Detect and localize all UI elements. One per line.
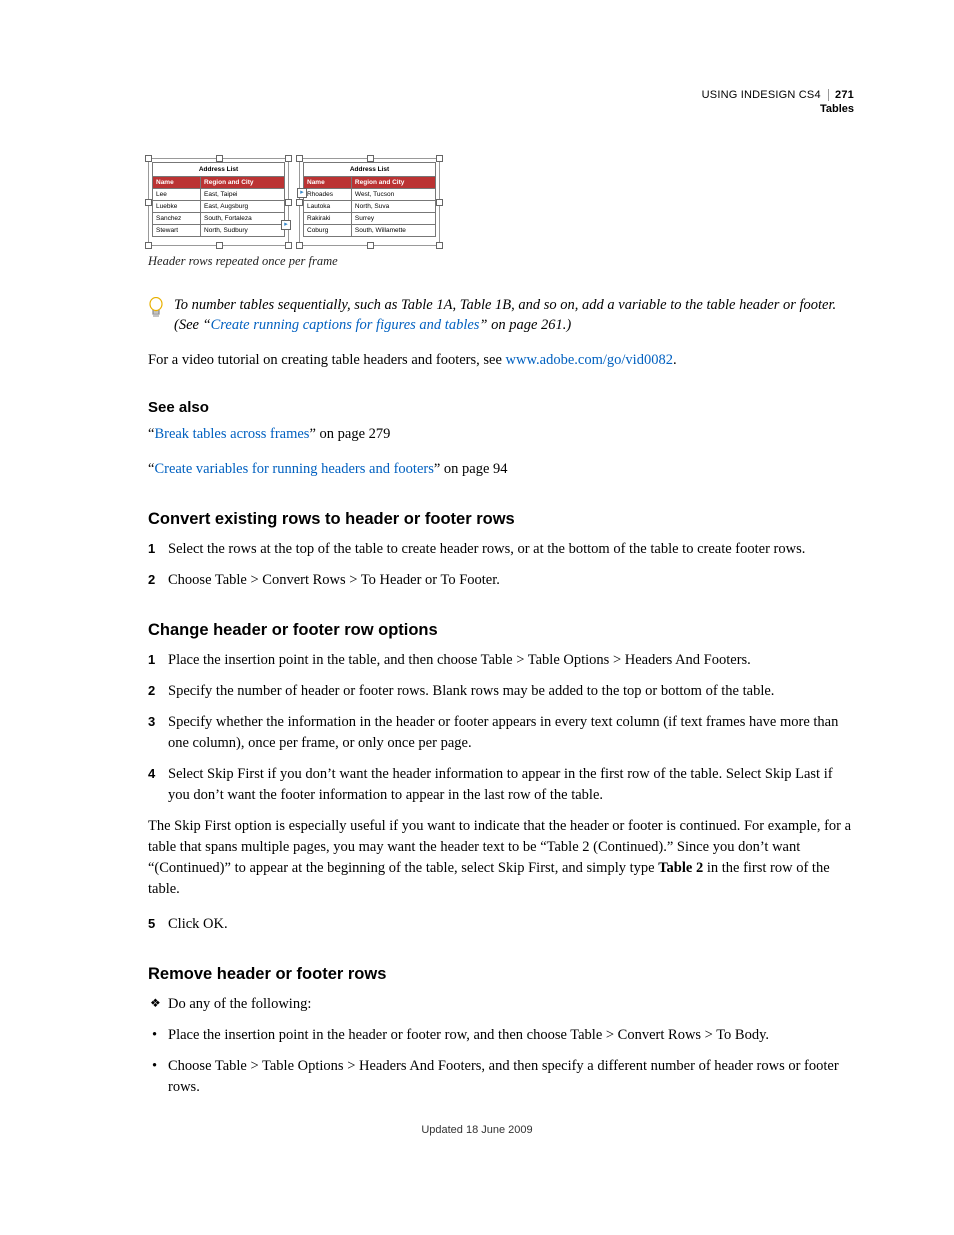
heading-change-options: Change header or footer row options <box>148 621 854 640</box>
link-video-tutorial[interactable]: www.adobe.com/go/vid0082 <box>506 352 673 368</box>
skip-first-paragraph: The Skip First option is especially usef… <box>148 816 854 900</box>
mini-table-left: Address List Name Region and City LeeEas… <box>152 162 285 237</box>
tip-block: To number tables sequentially, such as T… <box>148 295 854 336</box>
heading-convert-rows: Convert existing rows to header or foote… <box>148 510 854 529</box>
section-name: Tables <box>702 102 854 116</box>
step: Specify the number of header or footer r… <box>148 681 854 702</box>
lightbulb-icon <box>148 297 166 325</box>
figure-caption: Header rows repeated once per frame <box>148 254 854 269</box>
steps-change: Place the insertion point in the table, … <box>148 650 854 806</box>
bold-table-2: Table 2 <box>658 860 703 876</box>
page-number: 271 <box>828 89 854 101</box>
product-name: USING INDESIGN CS4 <box>702 89 821 101</box>
text-frame-left: Address List Name Region and City LeeEas… <box>148 158 289 246</box>
step: Select Skip First if you don’t want the … <box>148 764 854 806</box>
bullet-item: Choose Table > Table Options > Headers A… <box>148 1056 854 1098</box>
step: Place the insertion point in the table, … <box>148 650 854 671</box>
heading-remove-rows: Remove header or footer rows <box>148 965 854 984</box>
link-break-tables[interactable]: Break tables across frames <box>154 426 309 442</box>
step: Select the rows at the top of the table … <box>148 539 854 560</box>
link-running-captions[interactable]: Create running captions for figures and … <box>211 317 480 333</box>
page: USING INDESIGN CS4 271 Tables Address Li… <box>0 0 954 1168</box>
step: Click OK. <box>148 914 854 935</box>
step: Specify whether the information in the h… <box>148 712 854 754</box>
bullet-item: Place the insertion point in the header … <box>148 1025 854 1046</box>
text-frame-right: ▸ Address List Name Region and City Rhoa… <box>299 158 440 246</box>
running-header: USING INDESIGN CS4 271 Tables <box>702 88 854 117</box>
remove-bullets: Place the insertion point in the header … <box>148 1025 854 1098</box>
steps-convert: Select the rows at the top of the table … <box>148 539 854 591</box>
tip-text: To number tables sequentially, such as T… <box>174 295 854 336</box>
footer-updated: Updated 18 June 2009 <box>0 1124 954 1136</box>
steps-change-cont: Click OK. <box>148 914 854 935</box>
see-also-item-1: “Break tables across frames” on page 279 <box>148 424 854 445</box>
outport-icon: ▸ <box>281 220 291 230</box>
figure-header-rows: Address List Name Region and City LeeEas… <box>148 158 854 269</box>
step: Choose Table > Convert Rows > To Header … <box>148 570 854 591</box>
link-create-variables[interactable]: Create variables for running headers and… <box>154 461 433 477</box>
lead-item: Do any of the following: <box>148 994 854 1015</box>
mini-table-right: Address List Name Region and City Rhoade… <box>303 162 436 237</box>
heading-see-also: See also <box>148 399 854 416</box>
video-tutorial-line: For a video tutorial on creating table h… <box>148 350 854 371</box>
remove-lead-list: Do any of the following: <box>148 994 854 1015</box>
see-also-item-2: “Create variables for running headers an… <box>148 459 854 480</box>
inport-icon: ▸ <box>297 188 307 198</box>
